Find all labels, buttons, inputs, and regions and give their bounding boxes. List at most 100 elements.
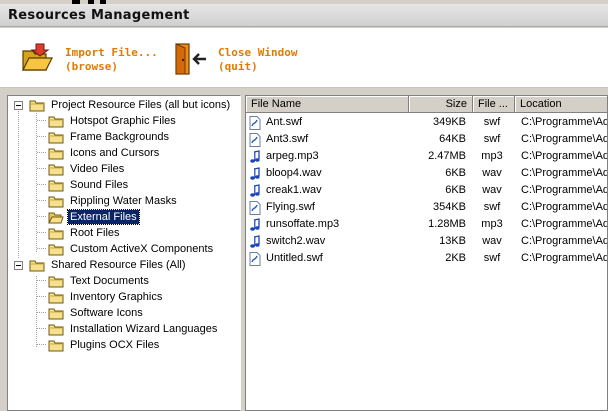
open-folder-icon (48, 212, 64, 223)
tree-item[interactable]: Plugins OCX Files (48, 337, 161, 353)
folder-icon (48, 228, 64, 239)
file-name: Ant3.swf (266, 133, 309, 145)
file-type: wav (482, 184, 502, 196)
column-header-size[interactable]: Size (409, 96, 473, 113)
column-header-location[interactable]: Location (515, 96, 607, 113)
tree-item[interactable]: Sound Files (48, 177, 130, 193)
close-window-sublabel: (quit) (218, 60, 258, 73)
column-header-file-type[interactable]: File ... (473, 96, 515, 113)
file-name-cell: bloop4.wav (249, 165, 407, 182)
tree-item-label: Installation Wizard Languages (70, 323, 218, 335)
folder-icon (48, 164, 64, 175)
tree-item[interactable]: Icons and Cursors (48, 145, 161, 161)
file-type: wav (482, 235, 502, 247)
tree-item[interactable]: Installation Wizard Languages (48, 321, 219, 337)
tree-item-label: Video Files (70, 163, 125, 175)
file-name: arpeg.mp3 (266, 150, 319, 162)
file-name: switch2.wav (266, 235, 326, 247)
audio-file-icon (250, 234, 260, 248)
folder-icon (48, 340, 64, 351)
tree-item[interactable]: Root Files (48, 225, 122, 241)
tree-item[interactable]: Software Icons (48, 305, 145, 321)
close-window-label: Close Window (218, 46, 298, 59)
tree-item-label: Root Files (70, 227, 120, 239)
tree-group[interactable]: Project Resource Files (all but icons) (14, 97, 232, 113)
file-row[interactable]: Ant3.swf 64KB swf C:\Programme\Ad (246, 131, 608, 148)
import-file-sublabel: (browse) (65, 60, 118, 73)
file-size: 354KB (432, 201, 466, 213)
file-row[interactable]: Flying.swf 354KB swf C:\Programme\Ad (246, 199, 608, 216)
file-location: C:\Programme\Ad (521, 184, 608, 196)
audio-file-icon (250, 217, 260, 231)
folder-icon (48, 132, 64, 143)
collapse-toggle[interactable] (14, 260, 23, 270)
tree-item-label: Software Icons (70, 307, 143, 319)
file-row[interactable]: Ant.swf 349KB swf C:\Programme\Ad (246, 114, 607, 131)
file-size: 1.28MB (428, 218, 466, 230)
tree-group-label: Shared Resource Files (All) (51, 259, 186, 271)
folder-icon (48, 148, 64, 159)
tree-item[interactable]: External Files (48, 209, 140, 225)
file-row[interactable]: Untitled.swf 2KB swf C:\Programme\Ad (246, 250, 607, 267)
file-type: swf (483, 133, 501, 145)
file-size: 6KB (445, 167, 466, 179)
tree-item-label: Custom ActiveX Components (70, 243, 214, 255)
file-location: C:\Programme\Ad (521, 167, 608, 179)
file-location: C:\Programme\Ad (521, 133, 608, 145)
file-type: swf (483, 116, 501, 128)
file-name: runsoffate.mp3 (266, 218, 340, 230)
file-row[interactable]: runsoffate.mp3 1.28MB mp3 C:\Programme\Ad (246, 216, 607, 233)
tree-item-label: Icons and Cursors (70, 147, 160, 159)
tree-group[interactable]: Shared Resource Files (All) (14, 257, 188, 273)
file-row[interactable]: creak1.wav 6KB wav C:\Programme\Ad (246, 182, 608, 199)
file-size: 2.47MB (428, 150, 466, 162)
folder-icon (48, 116, 64, 127)
file-name-cell: Untitled.swf (249, 250, 407, 267)
folder-icon (48, 324, 64, 335)
file-name: bloop4.wav (266, 167, 322, 179)
resource-tree[interactable]: Project Resource Files (all but icons) Ho… (7, 95, 241, 411)
folder-icon (48, 276, 64, 287)
tree-item[interactable]: Inventory Graphics (48, 289, 164, 305)
file-name-cell: Flying.swf (249, 199, 407, 216)
file-name: Flying.swf (266, 201, 315, 213)
file-list[interactable]: File Name Size File ... Location Ant.swf… (245, 95, 608, 411)
file-row[interactable]: bloop4.wav 6KB wav C:\Programme\Ad (246, 165, 608, 182)
toolbar: Import File... (browse) Close Window (qu… (0, 28, 608, 88)
file-row[interactable]: arpeg.mp3 2.47MB mp3 C:\Programme\Ad (246, 148, 607, 165)
file-size: 64KB (439, 133, 466, 145)
tree-item[interactable]: Hotspot Graphic Files (48, 113, 178, 129)
column-header-file-name[interactable]: File Name (246, 96, 409, 113)
collapse-toggle[interactable] (14, 100, 23, 110)
open-folder-icon (22, 43, 53, 71)
tree-item-label: Text Documents (70, 275, 149, 287)
file-name-cell: creak1.wav (249, 182, 407, 199)
window-titlebar[interactable]: Resources Management (0, 4, 608, 27)
folder-icon (29, 100, 45, 111)
file-type: mp3 (481, 150, 503, 162)
tree-item[interactable]: Frame Backgrounds (48, 129, 171, 145)
file-type: mp3 (481, 218, 503, 230)
folder-icon (48, 244, 64, 255)
file-name-cell: arpeg.mp3 (249, 148, 407, 165)
import-file-label: Import File... (65, 46, 158, 59)
folder-icon (48, 308, 64, 319)
file-name-cell: runsoffate.mp3 (249, 216, 407, 233)
audio-file-icon (250, 149, 260, 163)
folder-icon (48, 292, 64, 303)
audio-file-icon (250, 166, 260, 180)
import-file-button[interactable]: Import File... (browse) (20, 42, 158, 78)
tree-item[interactable]: Custom ActiveX Components (48, 241, 215, 257)
flash-file-icon (249, 251, 261, 266)
close-window-button[interactable]: Close Window (quit) (173, 42, 297, 78)
tree-item[interactable]: Video Files (48, 161, 126, 177)
folder-icon (48, 196, 64, 207)
file-name: Untitled.swf (266, 252, 323, 264)
tree-item[interactable]: Rippling Water Masks (48, 193, 179, 209)
tree-item[interactable]: Text Documents (48, 273, 151, 289)
file-type: wav (482, 167, 502, 179)
file-location: C:\Programme\Ad (521, 201, 608, 213)
folder-icon (29, 260, 45, 271)
exit-door-icon (175, 43, 206, 75)
file-row[interactable]: switch2.wav 13KB wav C:\Programme\Ad (246, 233, 607, 250)
